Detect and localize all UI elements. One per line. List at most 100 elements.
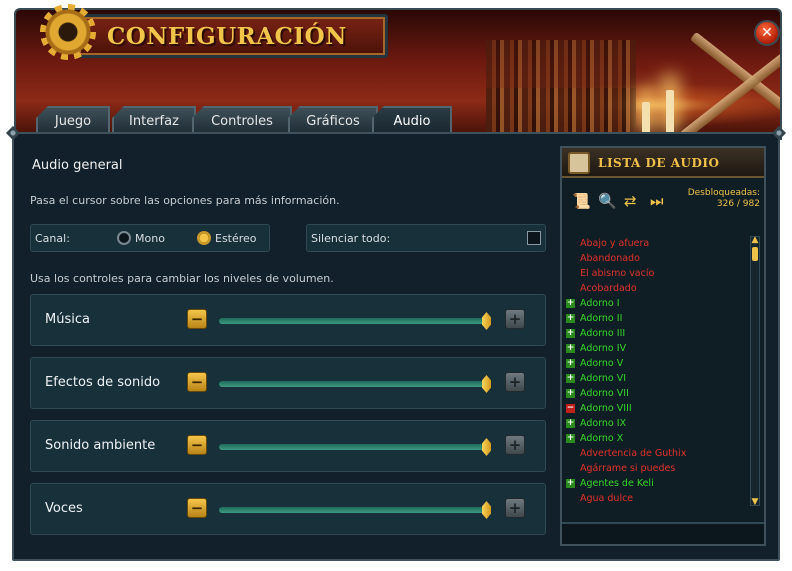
track-list-item[interactable]: + Adorno VI [564,371,748,386]
scroll-thumb[interactable] [752,247,758,261]
track-name: Adorno III [580,328,626,339]
expand-icon[interactable]: + [566,479,575,488]
radio-stereo[interactable] [197,231,211,245]
expand-icon[interactable]: + [566,374,575,383]
settings-window: CONFIGURACIÓN ✕ Juego Interfaz Controles… [5,4,787,561]
track-list-item[interactable]: Agua dulce [564,491,748,506]
track-name: Abandonado [580,253,640,264]
audio-list-panel: LISTA DE AUDIO 📜 🔍 ⇄ ⏭ Desbloqueadas: 32… [560,146,766,546]
increase-button[interactable]: + [505,309,525,329]
decrease-button[interactable]: − [187,309,207,329]
track-list-item[interactable]: + Adorno IV [564,341,748,356]
scrollbar[interactable]: ▲ ▼ [750,235,760,507]
slider-thumb[interactable] [482,438,491,456]
track-list-item[interactable]: Abajo y afuera [564,236,748,251]
mute-all-box: Silenciar todo: [306,224,546,252]
unlocked-label: Desbloqueadas: [687,188,760,198]
radio-mono-label: Mono [135,232,165,245]
expand-icon[interactable]: + [566,389,575,398]
track-name: Agentes de Keli [580,478,654,489]
scroll-icon [568,152,590,174]
track-name: Advertencia de Guthix [580,448,687,459]
expand-icon[interactable]: + [566,434,575,443]
title-plate: CONFIGURACIÓN [76,14,388,58]
track-list-item[interactable]: + Adorno V [564,356,748,371]
expand-icon[interactable]: + [566,314,575,323]
track-list-item[interactable]: El abismo vacío [564,266,748,281]
slider-thumb[interactable] [482,312,491,330]
track-name: Abajo y afuera [580,238,650,249]
slider-thumb[interactable] [482,501,491,519]
increase-button[interactable]: + [505,435,525,455]
track-list-item[interactable]: + Adorno I [564,296,748,311]
track-list-item[interactable]: Advertencia de Guthix [564,446,748,461]
track-name: Adorno VII [580,388,629,399]
radio-mono[interactable] [117,231,131,245]
playlist-scroll-icon[interactable]: 📜 [572,192,591,210]
track-name: Adorno VI [580,373,627,384]
close-button[interactable]: ✕ [754,20,780,46]
slider-label: Música [45,312,90,327]
track-name: Adorno V [580,358,624,369]
track-name: Adorno IV [580,343,627,354]
slider-label: Sonido ambiente [45,438,156,453]
music-slider-row: Música − + [30,294,546,346]
slider-thumb[interactable] [482,375,491,393]
volume-hint: Usa los controles para cambiar los nivel… [30,272,334,285]
settings-panel: Audio general Pasa el cursor sobre las o… [5,125,787,561]
track-list-item[interactable]: Acobardado [564,281,748,296]
track-name: Agárrame si puedes [580,463,676,474]
track-list-item[interactable]: + Adorno III [564,326,748,341]
audio-list-header: LISTA DE AUDIO [562,148,764,178]
audio-list-footer [562,522,764,544]
voices-slider-row: Voces − + [30,483,546,535]
track-list-item[interactable]: + Agentes de Keli [564,476,748,491]
track-name: Acobardado [580,283,637,294]
expand-icon[interactable]: + [566,359,575,368]
scroll-up-arrow[interactable]: ▲ [750,235,760,245]
track-name: Adorno IX [580,418,627,429]
track-list-item[interactable]: + Adorno IX [564,416,748,431]
volume-slider[interactable] [219,501,491,519]
window-title: CONFIGURACIÓN [107,23,347,50]
track-list-item[interactable]: + Adorno VII [564,386,748,401]
expand-icon[interactable]: + [566,344,575,353]
audio-list-toolbar: 📜 🔍 ⇄ ⏭ Desbloqueadas: 326 / 982 [562,180,764,220]
hover-hint: Pasa el cursor sobre las opciones para m… [30,194,340,207]
decrease-button[interactable]: − [187,435,207,455]
track-list-item[interactable]: − Adorno VIII [564,401,748,416]
mute-all-checkbox[interactable] [527,231,541,245]
track-list-item[interactable]: Abandonado [564,251,748,266]
increase-button[interactable]: + [505,372,525,392]
volume-slider[interactable] [219,375,491,393]
unlocked-count: 326 / 982 [716,199,760,209]
track-name: Adorno X [580,433,624,444]
mute-all-label: Silenciar todo: [311,232,391,245]
slider-label: Voces [45,501,83,516]
skip-next-icon[interactable]: ⏭ [650,192,664,210]
candle-art [666,90,674,138]
slider-label: Efectos de sonido [45,375,161,390]
shuffle-icon[interactable]: ⇄ [624,192,637,210]
expand-icon[interactable]: + [566,299,575,308]
volume-slider[interactable] [219,312,491,330]
decrease-button[interactable]: − [187,498,207,518]
track-name: Adorno VIII [580,403,632,414]
track-name: Adorno II [580,313,623,324]
scroll-down-arrow[interactable]: ▼ [750,497,760,507]
volume-slider[interactable] [219,438,491,456]
decrease-button[interactable]: − [187,372,207,392]
search-icon[interactable]: 🔍 [598,192,617,210]
collapse-icon[interactable]: − [566,404,575,413]
gear-icon [40,4,96,60]
expand-icon[interactable]: + [566,329,575,338]
expand-icon[interactable]: + [566,419,575,428]
track-name: El abismo vacío [580,268,655,279]
track-name: Adorno I [580,298,620,309]
track-list-item[interactable]: + Adorno X [564,431,748,446]
track-list-item[interactable]: + Adorno II [564,311,748,326]
ambient-slider-row: Sonido ambiente − + [30,420,546,472]
track-list-item[interactable]: Agárrame si puedes [564,461,748,476]
increase-button[interactable]: + [505,498,525,518]
radio-stereo-label: Estéreo [215,232,257,245]
